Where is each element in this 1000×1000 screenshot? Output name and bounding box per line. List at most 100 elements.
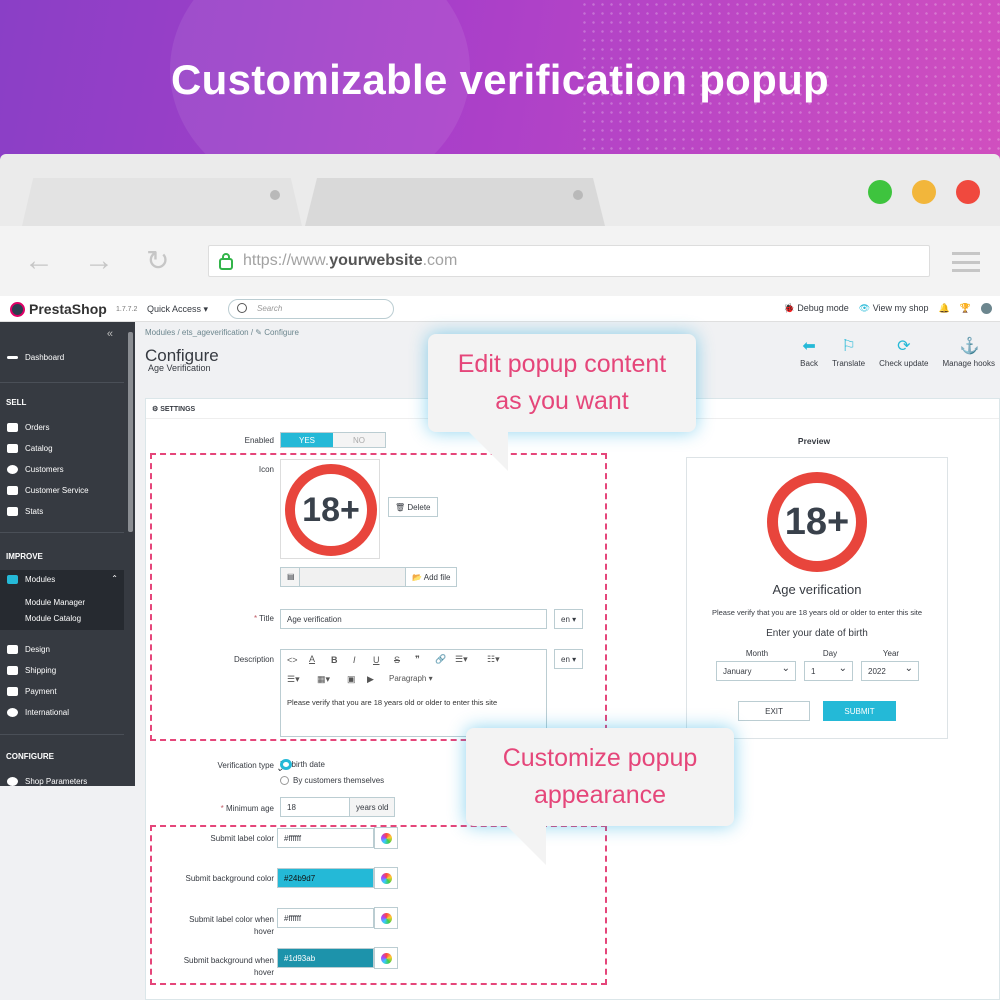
address-bar[interactable]: https://www.yourwebsite.com — [208, 245, 930, 277]
sidebar-scrollbar[interactable] — [128, 332, 133, 532]
year-label: Year — [882, 649, 900, 658]
enabled-label: Enabled — [244, 436, 274, 445]
minimum-age-label: * Minimum age — [220, 804, 274, 813]
exit-button[interactable]: EXIT — [738, 701, 810, 721]
modules-submenu: Module Manager Module Catalog — [0, 594, 124, 630]
years-old-addon: years old — [349, 797, 396, 817]
debug-mode-link[interactable]: 🐞 Debug mode — [783, 303, 848, 314]
preview-title: Age verification — [772, 582, 862, 597]
close-tab-icon[interactable] — [270, 190, 280, 200]
notifications-bell-icon[interactable]: 🔔 — [939, 303, 950, 314]
arrow-left-circle-icon: ⬅ — [802, 338, 816, 355]
collapse-sidebar-icon[interactable]: « — [107, 328, 113, 340]
forward-arrow-icon[interactable]: → — [84, 246, 114, 276]
hamburger-menu-icon[interactable] — [952, 252, 980, 272]
user-icon — [7, 465, 18, 474]
sidebar-item-customers[interactable]: Customers — [0, 460, 124, 480]
credit-card-icon — [7, 687, 18, 696]
popup-preview: 18+ Age verification Please verify that … — [686, 457, 948, 739]
flag-icon: ⚐ — [841, 338, 856, 355]
radio-by-birth-date[interactable]: By birth date — [276, 759, 325, 774]
lock-icon — [219, 253, 233, 270]
back-button[interactable]: ⬅ Back — [800, 338, 818, 368]
cart-icon — [7, 423, 18, 432]
submit-button[interactable]: SUBMIT — [823, 701, 896, 721]
preview-message: Please verify that you are 18 years old … — [711, 608, 923, 617]
sidebar-item-international[interactable]: International — [0, 703, 124, 723]
chat-icon — [7, 486, 18, 495]
prestashop-logo[interactable]: PrestaShop — [10, 301, 107, 317]
url-suffix: .com — [422, 252, 458, 269]
check-update-button[interactable]: ⟳ Check update — [879, 338, 928, 368]
sidebar-section-sell: SELL — [6, 398, 27, 407]
day-select[interactable]: 1 — [804, 661, 853, 681]
minimum-age-input[interactable]: 18 — [280, 797, 350, 817]
puzzle-icon — [7, 575, 18, 584]
sidebar-item-orders[interactable]: Orders — [0, 418, 124, 438]
topbar-actions: 🐞 Debug mode 👁 View my shop 🔔 🏆 — [783, 303, 992, 314]
month-label: Month — [745, 649, 769, 658]
sidebar-item-shop-parameters[interactable]: Shop Parameters — [0, 772, 124, 786]
search-icon — [237, 303, 247, 313]
sidebar-subitem-module-catalog[interactable]: Module Catalog — [25, 614, 81, 623]
callout-customize-appearance: Customize popup appearance — [466, 728, 734, 865]
store-icon — [7, 444, 18, 453]
sidebar-item-stats[interactable]: Stats — [0, 502, 124, 522]
user-avatar-icon[interactable] — [981, 303, 992, 314]
sidebar-item-catalog[interactable]: Catalog — [0, 439, 124, 459]
chevron-up-icon: ⌃ — [111, 574, 118, 583]
close-tab-icon[interactable] — [573, 190, 583, 200]
manage-hooks-button[interactable]: ⚓ Manage hooks — [943, 338, 995, 368]
sidebar-subitem-module-manager[interactable]: Module Manager — [25, 598, 85, 607]
toggle-no[interactable]: NO — [333, 433, 385, 447]
month-select[interactable]: January — [716, 661, 796, 681]
toggle-yes[interactable]: YES — [281, 433, 333, 447]
admin-search-input[interactable]: Search — [228, 299, 394, 319]
content-highlight-box — [150, 453, 607, 741]
desktop-icon — [7, 645, 18, 654]
gear-icon — [7, 777, 18, 786]
page-subtitle: Age Verification — [148, 363, 211, 373]
truck-icon — [7, 666, 18, 675]
sidebar-item-shipping[interactable]: Shipping — [0, 661, 124, 681]
enabled-toggle[interactable]: YES NO — [280, 432, 386, 448]
breadcrumb[interactable]: Modules / ets_ageverification / ✎ Config… — [145, 328, 299, 337]
translate-button[interactable]: ⚐ Translate — [832, 338, 865, 368]
browser-navbar: ← → ↻ https://www.yourwebsite.com — [0, 226, 1000, 296]
sidebar-item-customer-service[interactable]: Customer Service — [0, 481, 124, 501]
sidebar-item-design[interactable]: Design — [0, 640, 124, 660]
reload-icon[interactable]: ↻ — [146, 247, 169, 275]
anchor-icon: ⚓ — [959, 338, 980, 355]
refresh-icon: ⟳ — [897, 338, 911, 355]
radio-by-customers[interactable]: By customers themselves — [280, 776, 384, 785]
sidebar-section-improve: IMPROVE — [6, 552, 43, 561]
sidebar-item-modules[interactable]: Modules ⌃ — [0, 570, 124, 594]
close-window-button[interactable] — [956, 180, 980, 204]
globe-icon — [7, 708, 18, 717]
url-domain: yourwebsite — [329, 252, 423, 269]
verification-type-label: Verification type — [217, 761, 274, 770]
preview-dob-heading: Enter your date of birth — [766, 628, 868, 639]
browser-tab-1[interactable] — [22, 178, 302, 226]
trophy-icon[interactable]: 🏆 — [960, 303, 971, 314]
back-arrow-icon[interactable]: ← — [24, 246, 54, 276]
sidebar-item-payment[interactable]: Payment — [0, 682, 124, 702]
quick-access-dropdown[interactable]: Quick Access ▾ — [147, 304, 208, 315]
day-label: Day — [822, 649, 838, 658]
puffin-logo-icon — [10, 301, 25, 317]
sidebar-section-configure: CONFIGURE — [6, 752, 54, 761]
sidebar-divider — [0, 734, 124, 735]
trending-up-icon — [7, 356, 18, 359]
minimize-button[interactable] — [912, 180, 936, 204]
sidebar-divider — [0, 382, 124, 383]
sidebar-item-dashboard[interactable]: Dashboard — [0, 348, 124, 368]
view-shop-link[interactable]: 👁 View my shop — [859, 303, 929, 314]
bar-chart-icon — [7, 507, 18, 516]
preview-heading: Preview — [797, 436, 831, 446]
admin-sidebar: « Dashboard SELL Orders Catalog Customer… — [0, 322, 135, 786]
preview-18-sign-icon: 18+ — [767, 472, 867, 572]
maximize-button[interactable] — [868, 180, 892, 204]
callout-tail — [468, 431, 508, 471]
year-select[interactable]: 2022 — [861, 661, 919, 681]
browser-tab-2[interactable] — [305, 178, 605, 226]
